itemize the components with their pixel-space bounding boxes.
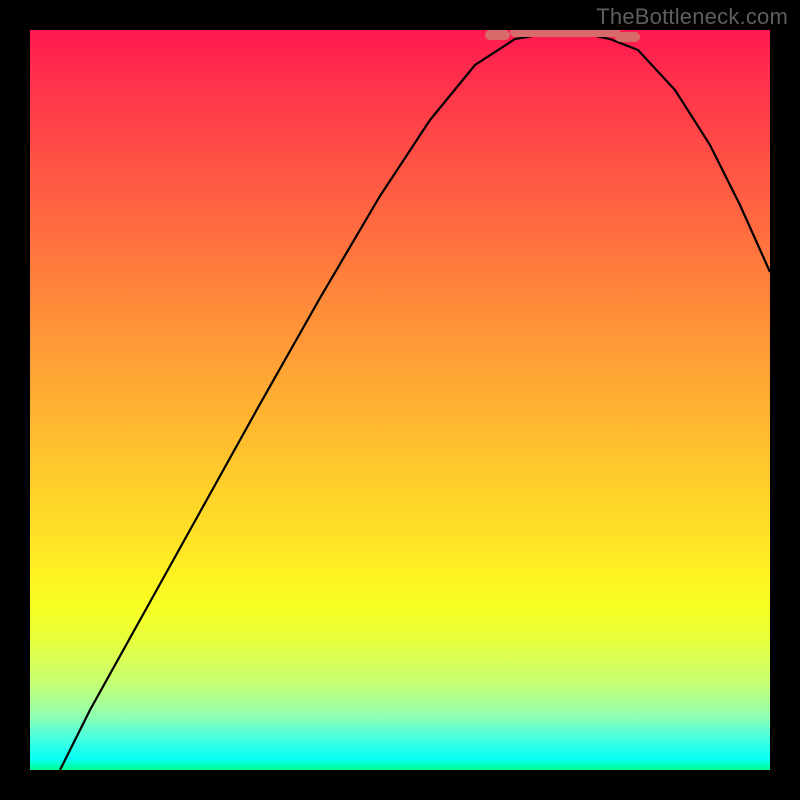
trough-marker-left: [485, 30, 510, 40]
watermark-text: TheBottleneck.com: [596, 4, 788, 30]
chart-plot-area: [30, 30, 770, 770]
trough-marker-main: [510, 30, 620, 37]
bottleneck-curve: [30, 30, 770, 770]
trough-marker-right: [615, 32, 640, 42]
